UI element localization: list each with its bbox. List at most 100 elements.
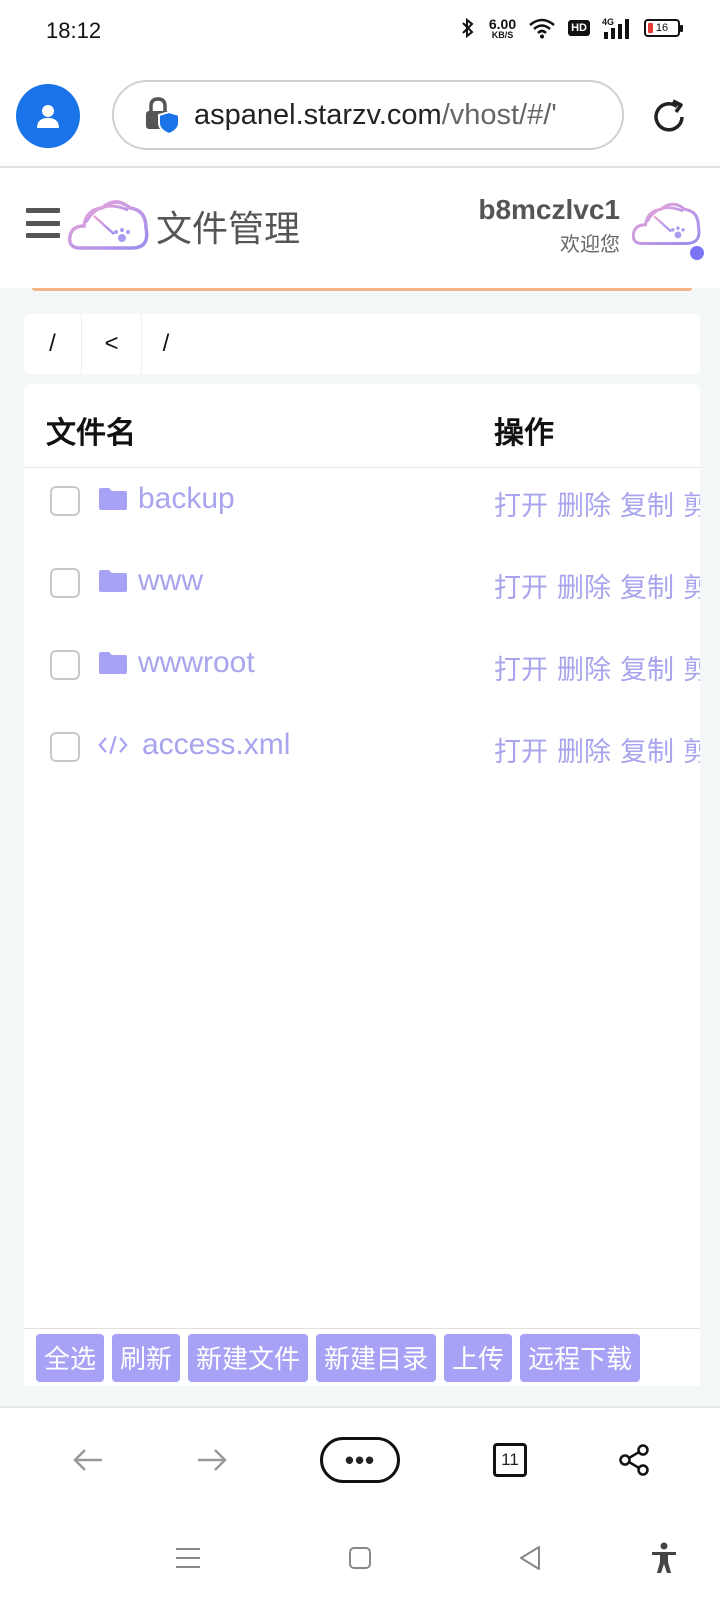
cloud-logo-icon <box>66 190 150 258</box>
open-button[interactable]: 打开 <box>494 730 548 769</box>
row-checkbox[interactable] <box>50 732 80 762</box>
cut-button[interactable]: 剪 <box>683 484 700 523</box>
delete-button[interactable]: 删除 <box>557 730 611 769</box>
back-button[interactable] <box>68 1432 108 1488</box>
more-icon: ••• <box>320 1437 400 1483</box>
breadcrumb-current[interactable]: / <box>142 314 190 374</box>
table-row[interactable]: www 打开 删除 复制 剪 <box>24 542 700 626</box>
copy-button[interactable]: 复制 <box>620 484 674 523</box>
reload-icon <box>654 99 684 132</box>
refresh-button[interactable]: 刷新 <box>112 1333 181 1382</box>
copy-button[interactable]: 复制 <box>620 730 674 769</box>
row-checkbox[interactable] <box>50 486 80 516</box>
tab-count: 11 <box>493 1443 527 1477</box>
lock-shield-icon <box>142 95 182 136</box>
url-host: aspanel.starzv.com <box>194 98 442 131</box>
table-row[interactable]: backup 打开 删除 复制 剪 <box>24 460 700 544</box>
profile-button[interactable] <box>16 84 80 148</box>
folder-icon <box>98 648 128 678</box>
table-row[interactable]: wwwroot 打开 删除 复制 剪 <box>24 624 700 708</box>
status-icons: 6.00 KB/S HD 4G 16 <box>459 16 683 40</box>
file-name-link[interactable]: backup <box>138 482 235 516</box>
hamburger-menu-icon[interactable] <box>26 208 60 238</box>
browser-url-row: aspanel.starzv.com/vhost/#/' <box>0 64 720 168</box>
code-file-icon <box>98 730 128 760</box>
share-button[interactable] <box>614 1432 654 1488</box>
url-path: /vhost/#/' <box>441 98 557 131</box>
open-button[interactable]: 打开 <box>494 648 548 687</box>
open-button[interactable]: 打开 <box>494 566 548 605</box>
delete-button[interactable]: 删除 <box>557 484 611 523</box>
copy-button[interactable]: 复制 <box>620 566 674 605</box>
arrow-left-icon <box>73 1449 102 1471</box>
new-file-button[interactable]: 新建文件 <box>188 1333 309 1382</box>
hd-badge: HD <box>568 20 590 36</box>
triangle-back-icon <box>520 1546 540 1570</box>
system-back-button[interactable] <box>512 1540 548 1576</box>
online-status-dot <box>690 246 704 260</box>
file-name-link[interactable]: wwwroot <box>138 646 255 680</box>
bluetooth-icon <box>459 16 477 40</box>
breadcrumb-root[interactable]: / <box>24 314 82 374</box>
breadcrumb-back[interactable]: < <box>82 314 142 374</box>
delete-button[interactable]: 删除 <box>557 648 611 687</box>
file-actions-bar: 全选 刷新 新建文件 新建目录 上传 远程下载 <box>24 1328 700 1386</box>
app-header: 文件管理 b8mczlvc1 欢迎您 <box>0 170 720 288</box>
recent-apps-button[interactable] <box>170 1540 206 1576</box>
copy-button[interactable]: 复制 <box>620 648 674 687</box>
net-speed-unit: KB/S <box>491 29 514 40</box>
user-icon <box>37 105 59 128</box>
menu-lines-icon <box>176 1548 200 1568</box>
delete-button[interactable]: 删除 <box>557 566 611 605</box>
cut-button[interactable]: 剪 <box>683 730 700 769</box>
row-checkbox[interactable] <box>50 650 80 680</box>
column-header-filename: 文件名 <box>46 417 136 450</box>
row-checkbox[interactable] <box>50 568 80 598</box>
row-operations: 打开 删除 复制 剪 <box>494 566 700 605</box>
url-input[interactable]: aspanel.starzv.com/vhost/#/' <box>112 80 624 150</box>
row-operations: 打开 删除 复制 剪 <box>494 484 700 523</box>
battery-icon: 16 <box>644 19 683 37</box>
header-accent-line <box>32 288 692 291</box>
table-header: 文件名 操作 <box>24 384 700 468</box>
status-time: 18:12 <box>46 18 102 43</box>
row-operations: 打开 删除 复制 剪 <box>494 730 700 769</box>
url-text: aspanel.starzv.com/vhost/#/' <box>194 99 557 132</box>
battery-level: 16 <box>655 22 669 34</box>
upload-button[interactable]: 上传 <box>444 1333 513 1382</box>
forward-button[interactable] <box>192 1432 232 1488</box>
net-speed: 6.00 KB/S <box>489 17 516 40</box>
status-bar: 18:12 6.00 KB/S HD 4G 16 <box>0 0 720 64</box>
new-folder-button[interactable]: 新建目录 <box>316 1333 437 1382</box>
file-name-link[interactable]: access.xml <box>142 728 290 762</box>
select-all-button[interactable]: 全选 <box>36 1333 105 1382</box>
svg-text:4G: 4G <box>602 17 614 27</box>
avatar[interactable] <box>630 194 702 252</box>
browser-toolbar: ••• 11 <box>0 1406 720 1514</box>
file-name-link[interactable]: www <box>138 564 203 598</box>
row-operations: 打开 删除 复制 剪 <box>494 648 700 687</box>
open-button[interactable]: 打开 <box>494 484 548 523</box>
username[interactable]: b8mczlvc1 <box>478 194 620 226</box>
cut-button[interactable]: 剪 <box>683 566 700 605</box>
folder-icon <box>98 566 128 596</box>
reload-button[interactable] <box>648 96 690 138</box>
folder-icon <box>98 484 128 514</box>
system-navigation-bar <box>0 1514 720 1600</box>
more-menu-button[interactable]: ••• <box>320 1432 400 1488</box>
cut-button[interactable]: 剪 <box>683 648 700 687</box>
remote-download-button[interactable]: 远程下载 <box>520 1333 641 1382</box>
accessibility-icon <box>652 1542 676 1573</box>
table-row[interactable]: access.xml 打开 删除 复制 剪 <box>24 706 700 790</box>
signal-icon: 4G <box>602 16 632 40</box>
welcome-text: 欢迎您 <box>560 234 620 256</box>
file-list-panel: 文件名 操作 backup 打开 删除 复制 剪 www 打开 删除 复制 剪 … <box>24 384 700 1386</box>
tabs-button[interactable]: 11 <box>490 1432 530 1488</box>
page-title: 文件管理 <box>156 208 301 249</box>
accessibility-button[interactable] <box>646 1540 682 1576</box>
column-header-operations: 操作 <box>494 417 554 450</box>
home-button[interactable] <box>342 1540 378 1576</box>
arrow-right-icon <box>198 1449 227 1471</box>
net-speed-value: 6.00 <box>488 15 517 32</box>
breadcrumb: / < / <box>24 314 700 374</box>
